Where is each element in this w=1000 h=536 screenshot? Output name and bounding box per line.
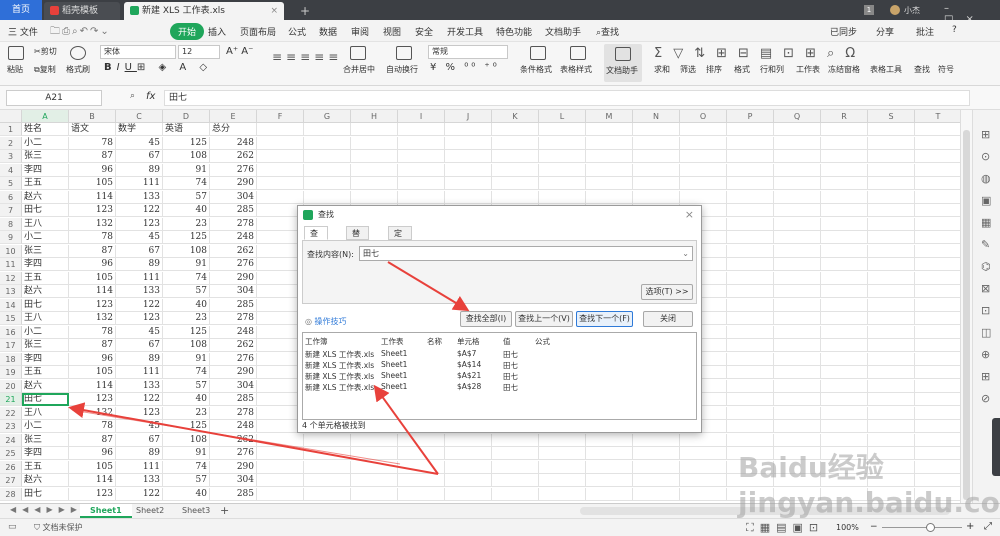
- arrow-shadow: [71, 409, 401, 465]
- arrow-to-find-all: [387, 261, 470, 312]
- watermark: Baidu经验 jingyan.baidu.com: [738, 451, 1000, 519]
- arrow-to-cell: [68, 402, 439, 475]
